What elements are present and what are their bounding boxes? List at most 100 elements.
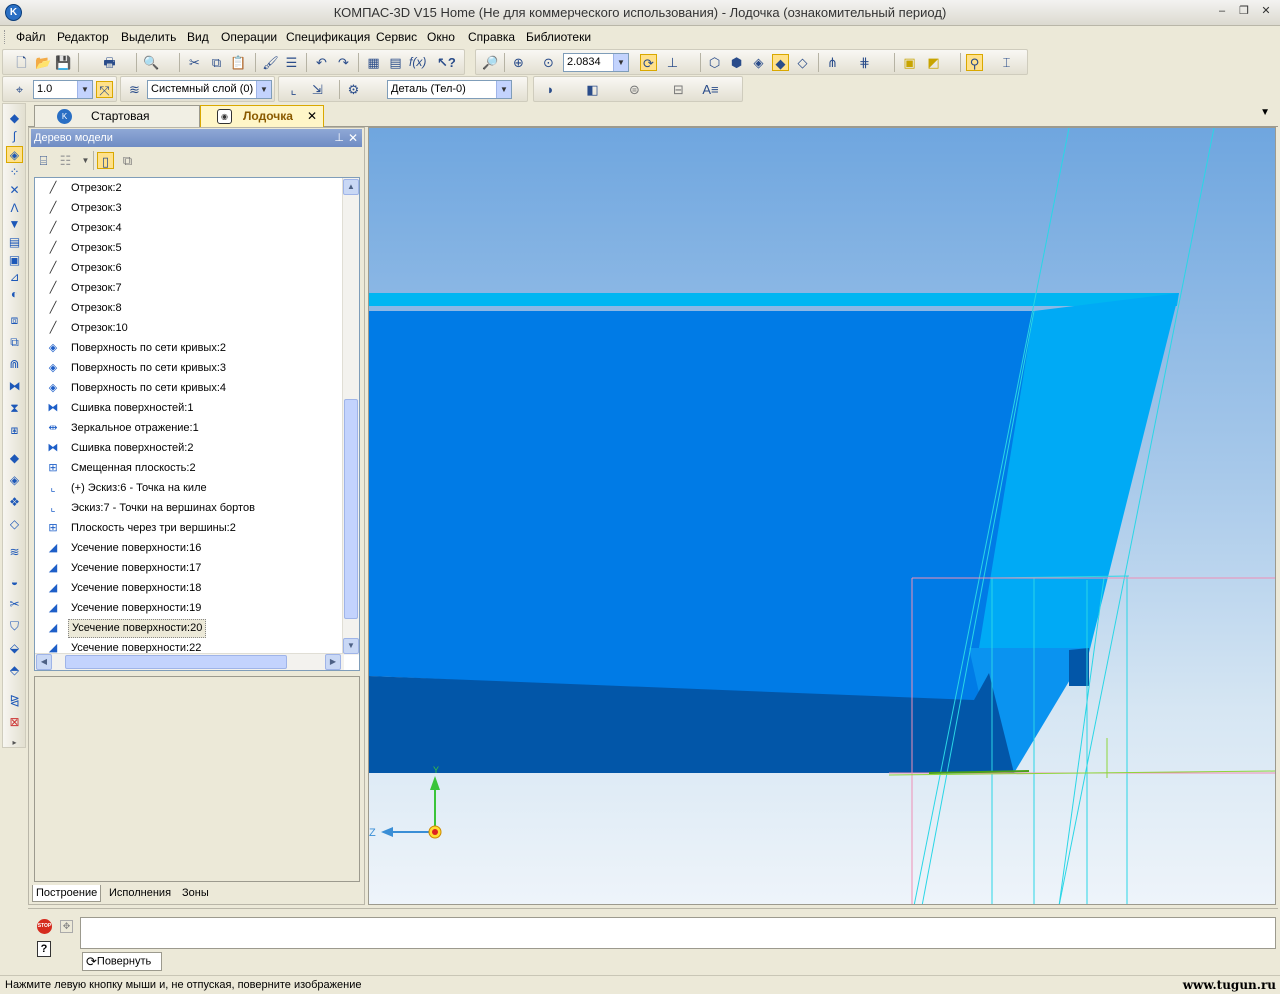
measure-icon[interactable]: ⌶: [998, 54, 1015, 71]
shaded-icon[interactable]: ◆: [772, 54, 789, 71]
chevron-down-icon[interactable]: ▼: [613, 54, 628, 71]
tree-view-icon[interactable]: ▯: [97, 152, 114, 169]
properties-icon[interactable]: 🖌: [262, 54, 279, 71]
dimensions-icon[interactable]: Λ: [6, 200, 23, 217]
help-pointer-icon[interactable]: ↖?: [437, 54, 456, 71]
zoom-scale-icon[interactable]: ⊙: [540, 54, 557, 71]
tabs-menu-icon[interactable]: ▼: [1260, 107, 1270, 118]
unfold-icon[interactable]: ⛉: [6, 618, 23, 635]
zoom-window-icon[interactable]: 🔎: [482, 54, 499, 71]
surfaces-icon[interactable]: ◈: [6, 146, 23, 163]
revolve-surface-icon[interactable]: ⧉: [6, 334, 23, 351]
specification-icon[interactable]: ▤: [6, 234, 23, 251]
model-viewport[interactable]: Z Y: [368, 127, 1276, 905]
cut-surface-icon[interactable]: ✂: [6, 596, 23, 613]
step-combo[interactable]: 1.0 ▼: [33, 80, 93, 99]
menu-operations[interactable]: Операции: [221, 30, 277, 44]
open-folder-icon[interactable]: 📂: [35, 54, 52, 71]
scroll-thumb[interactable]: [65, 655, 287, 669]
scroll-right-icon[interactable]: ▶: [325, 654, 341, 670]
paste-icon[interactable]: 📋: [230, 54, 247, 71]
arrays-icon[interactable]: ⁘: [6, 164, 23, 181]
zoom-all-icon[interactable]: ⊕: [510, 54, 527, 71]
chevron-down-icon[interactable]: ▼: [496, 81, 511, 98]
snap-icon[interactable]: ⚲: [966, 54, 983, 71]
tree-order-icon[interactable]: ☷: [57, 152, 74, 169]
menu-file[interactable]: Файл: [16, 30, 46, 44]
filters-icon[interactable]: ▼: [6, 216, 23, 233]
hidden-lines-icon[interactable]: ⬢: [728, 54, 745, 71]
wireframe-icon[interactable]: ⬡: [706, 54, 723, 71]
scroll-thumb[interactable]: [344, 399, 358, 619]
texture-icon[interactable]: ◗: [542, 81, 559, 98]
close-icon[interactable]: ✕: [307, 106, 317, 126]
help-icon[interactable]: ?: [37, 941, 51, 957]
save-icon[interactable]: 💾: [55, 54, 72, 71]
manager-icon[interactable]: ▦: [365, 54, 382, 71]
scroll-up-icon[interactable]: ▲: [343, 179, 359, 195]
mirror-surface-icon[interactable]: ⧎: [6, 692, 23, 709]
box-icon[interactable]: ▣: [901, 54, 918, 71]
ruled-surface-icon[interactable]: ⧗: [6, 400, 23, 417]
stitch-icon[interactable]: ≋: [6, 544, 23, 561]
join-surface-icon[interactable]: ⬘: [6, 662, 23, 679]
tab-start-page[interactable]: K Стартовая страница: [34, 105, 200, 143]
text-style-icon[interactable]: A≡: [702, 81, 719, 98]
close-icon[interactable]: ✕: [348, 129, 358, 147]
filter-icon[interactable]: ⋔: [824, 54, 841, 71]
copy-icon[interactable]: ⧉: [208, 54, 225, 71]
minimize-button[interactable]: –: [1214, 5, 1230, 19]
extrude-surface-icon[interactable]: ⧈: [6, 312, 23, 329]
tree-structure-icon[interactable]: ⌸: [35, 152, 52, 169]
thin-lines-icon[interactable]: ◈: [750, 54, 767, 71]
color-icon[interactable]: ◧: [584, 81, 601, 98]
elements-icon[interactable]: ⊿: [6, 269, 23, 286]
tab-lodochka[interactable]: ◉ Лодочка ✕: [200, 105, 324, 127]
offset-surface-icon[interactable]: ◈: [6, 472, 23, 489]
menu-service[interactable]: Сервис: [376, 30, 417, 44]
part-combo[interactable]: Деталь (Тел-0) ▼: [387, 80, 512, 99]
preview-icon[interactable]: 🔍: [143, 54, 160, 71]
extend-surface-icon[interactable]: ❖: [6, 494, 23, 511]
orientation-icon[interactable]: ⊥: [664, 54, 681, 71]
part-icon[interactable]: ⚙: [345, 81, 362, 98]
library-icon[interactable]: ▤: [387, 54, 404, 71]
snap-toggle-icon[interactable]: ⤧: [96, 81, 113, 98]
close-button[interactable]: ✕: [1258, 5, 1274, 19]
print-icon[interactable]: 🖶: [101, 54, 118, 71]
tree-vertical-scrollbar[interactable]: ▲ ▼: [342, 178, 359, 655]
menu-help[interactable]: Справка: [468, 30, 515, 44]
loft-surface-icon[interactable]: ⧓: [6, 378, 23, 395]
list-icon[interactable]: ☰: [283, 54, 300, 71]
stop-icon[interactable]: STOP: [37, 919, 52, 934]
chevron-down-icon[interactable]: ▼: [256, 81, 271, 98]
redo-icon[interactable]: ↷: [335, 54, 352, 71]
zoom-combo[interactable]: 2.0834 ▼: [563, 53, 629, 72]
menu-select[interactable]: Выделить: [121, 30, 176, 44]
tree-export-icon[interactable]: ⧉: [119, 152, 136, 169]
scroll-left-icon[interactable]: ◀: [36, 654, 52, 670]
cut-icon[interactable]: ✂: [186, 54, 203, 71]
perspective-icon[interactable]: ◩: [925, 54, 942, 71]
restore-button[interactable]: ❐: [1236, 5, 1252, 19]
patch-icon[interactable]: ◆: [6, 450, 23, 467]
edit-mode-icon[interactable]: ⇲: [309, 81, 326, 98]
menu-window[interactable]: Окно: [427, 30, 455, 44]
grid-select-icon[interactable]: ⋕: [856, 54, 873, 71]
tab-construction[interactable]: Построение: [32, 885, 102, 902]
sweep-surface-icon[interactable]: ⋒: [6, 356, 23, 373]
function-icon[interactable]: f(x): [409, 54, 426, 71]
fill-surface-icon[interactable]: ◒: [6, 574, 23, 591]
diagnostics-icon[interactable]: ◐: [6, 286, 23, 303]
rotate-command-tab[interactable]: ⟳Повернуть: [82, 952, 162, 971]
chevron-down-icon[interactable]: ▼: [77, 81, 92, 98]
curves-icon[interactable]: ∫: [6, 128, 23, 145]
menu-specification[interactable]: Спецификация: [286, 30, 370, 44]
menu-grip[interactable]: [4, 30, 7, 44]
menu-editor[interactable]: Редактор: [57, 30, 109, 44]
command-input[interactable]: [80, 917, 1276, 949]
rotate-icon[interactable]: ⟳: [640, 54, 657, 71]
layer-combo[interactable]: Системный слой (0) ▼: [147, 80, 272, 99]
trim-surface-icon[interactable]: ◇: [6, 516, 23, 533]
menu-libraries[interactable]: Библиотеки: [526, 30, 591, 44]
